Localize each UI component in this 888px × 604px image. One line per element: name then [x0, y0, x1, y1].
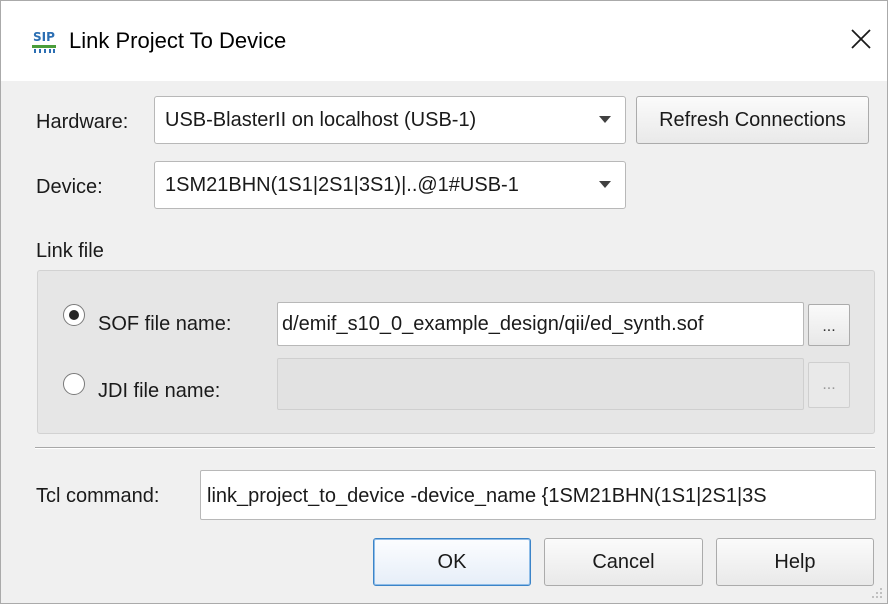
tcl-command-value: link_project_to_device -device_name {1SM…	[207, 485, 767, 507]
dialog-title: Link Project To Device	[69, 28, 287, 53]
radio-selected-dot	[69, 310, 79, 320]
sof-file-label: SOF file name:	[98, 313, 232, 335]
jdi-radio[interactable]	[63, 373, 85, 395]
link-file-group-label: Link file	[36, 240, 104, 262]
resize-grip-icon[interactable]	[869, 585, 883, 599]
tcl-command-label: Tcl command:	[36, 485, 160, 507]
ok-button[interactable]: OK	[373, 538, 531, 586]
sof-file-input[interactable]: d/emif_s10_0_example_design/qii/ed_synth…	[277, 302, 804, 346]
cancel-button[interactable]: Cancel	[544, 538, 703, 586]
chevron-down-icon	[599, 181, 611, 188]
device-select-value: 1SM21BHN(1S1|2S1|3S1)|..@1#USB-1	[165, 174, 519, 196]
refresh-connections-button[interactable]: Refresh Connections	[636, 96, 869, 144]
chevron-down-icon	[599, 116, 611, 123]
device-select[interactable]: 1SM21BHN(1S1|2S1|3S1)|..@1#USB-1	[154, 161, 626, 209]
hardware-select-value: USB-BlasterII on localhost (USB-1)	[165, 109, 477, 131]
hardware-select[interactable]: USB-BlasterII on localhost (USB-1)	[154, 96, 626, 144]
jdi-browse-button[interactable]: ...	[808, 362, 850, 408]
help-button[interactable]: Help	[716, 538, 874, 586]
sof-file-value: d/emif_s10_0_example_design/qii/ed_synth…	[282, 313, 704, 335]
device-label: Device:	[36, 176, 103, 198]
svg-text:SIP: SIP	[33, 30, 55, 44]
sof-radio[interactable]	[63, 304, 85, 326]
jdi-file-label: JDI file name:	[98, 380, 221, 402]
jdi-file-input[interactable]	[277, 358, 804, 410]
quartus-programmer-icon: SIP	[32, 29, 56, 53]
separator	[35, 447, 875, 449]
title-bar: SIP Link Project To Device	[1, 1, 887, 81]
hardware-label: Hardware:	[36, 111, 129, 133]
sof-browse-button[interactable]: ...	[808, 304, 850, 346]
close-icon[interactable]	[841, 19, 881, 59]
link-project-dialog: SIP Link Project To Device Hardware: USB…	[0, 0, 888, 604]
tcl-command-input[interactable]: link_project_to_device -device_name {1SM…	[200, 470, 876, 520]
